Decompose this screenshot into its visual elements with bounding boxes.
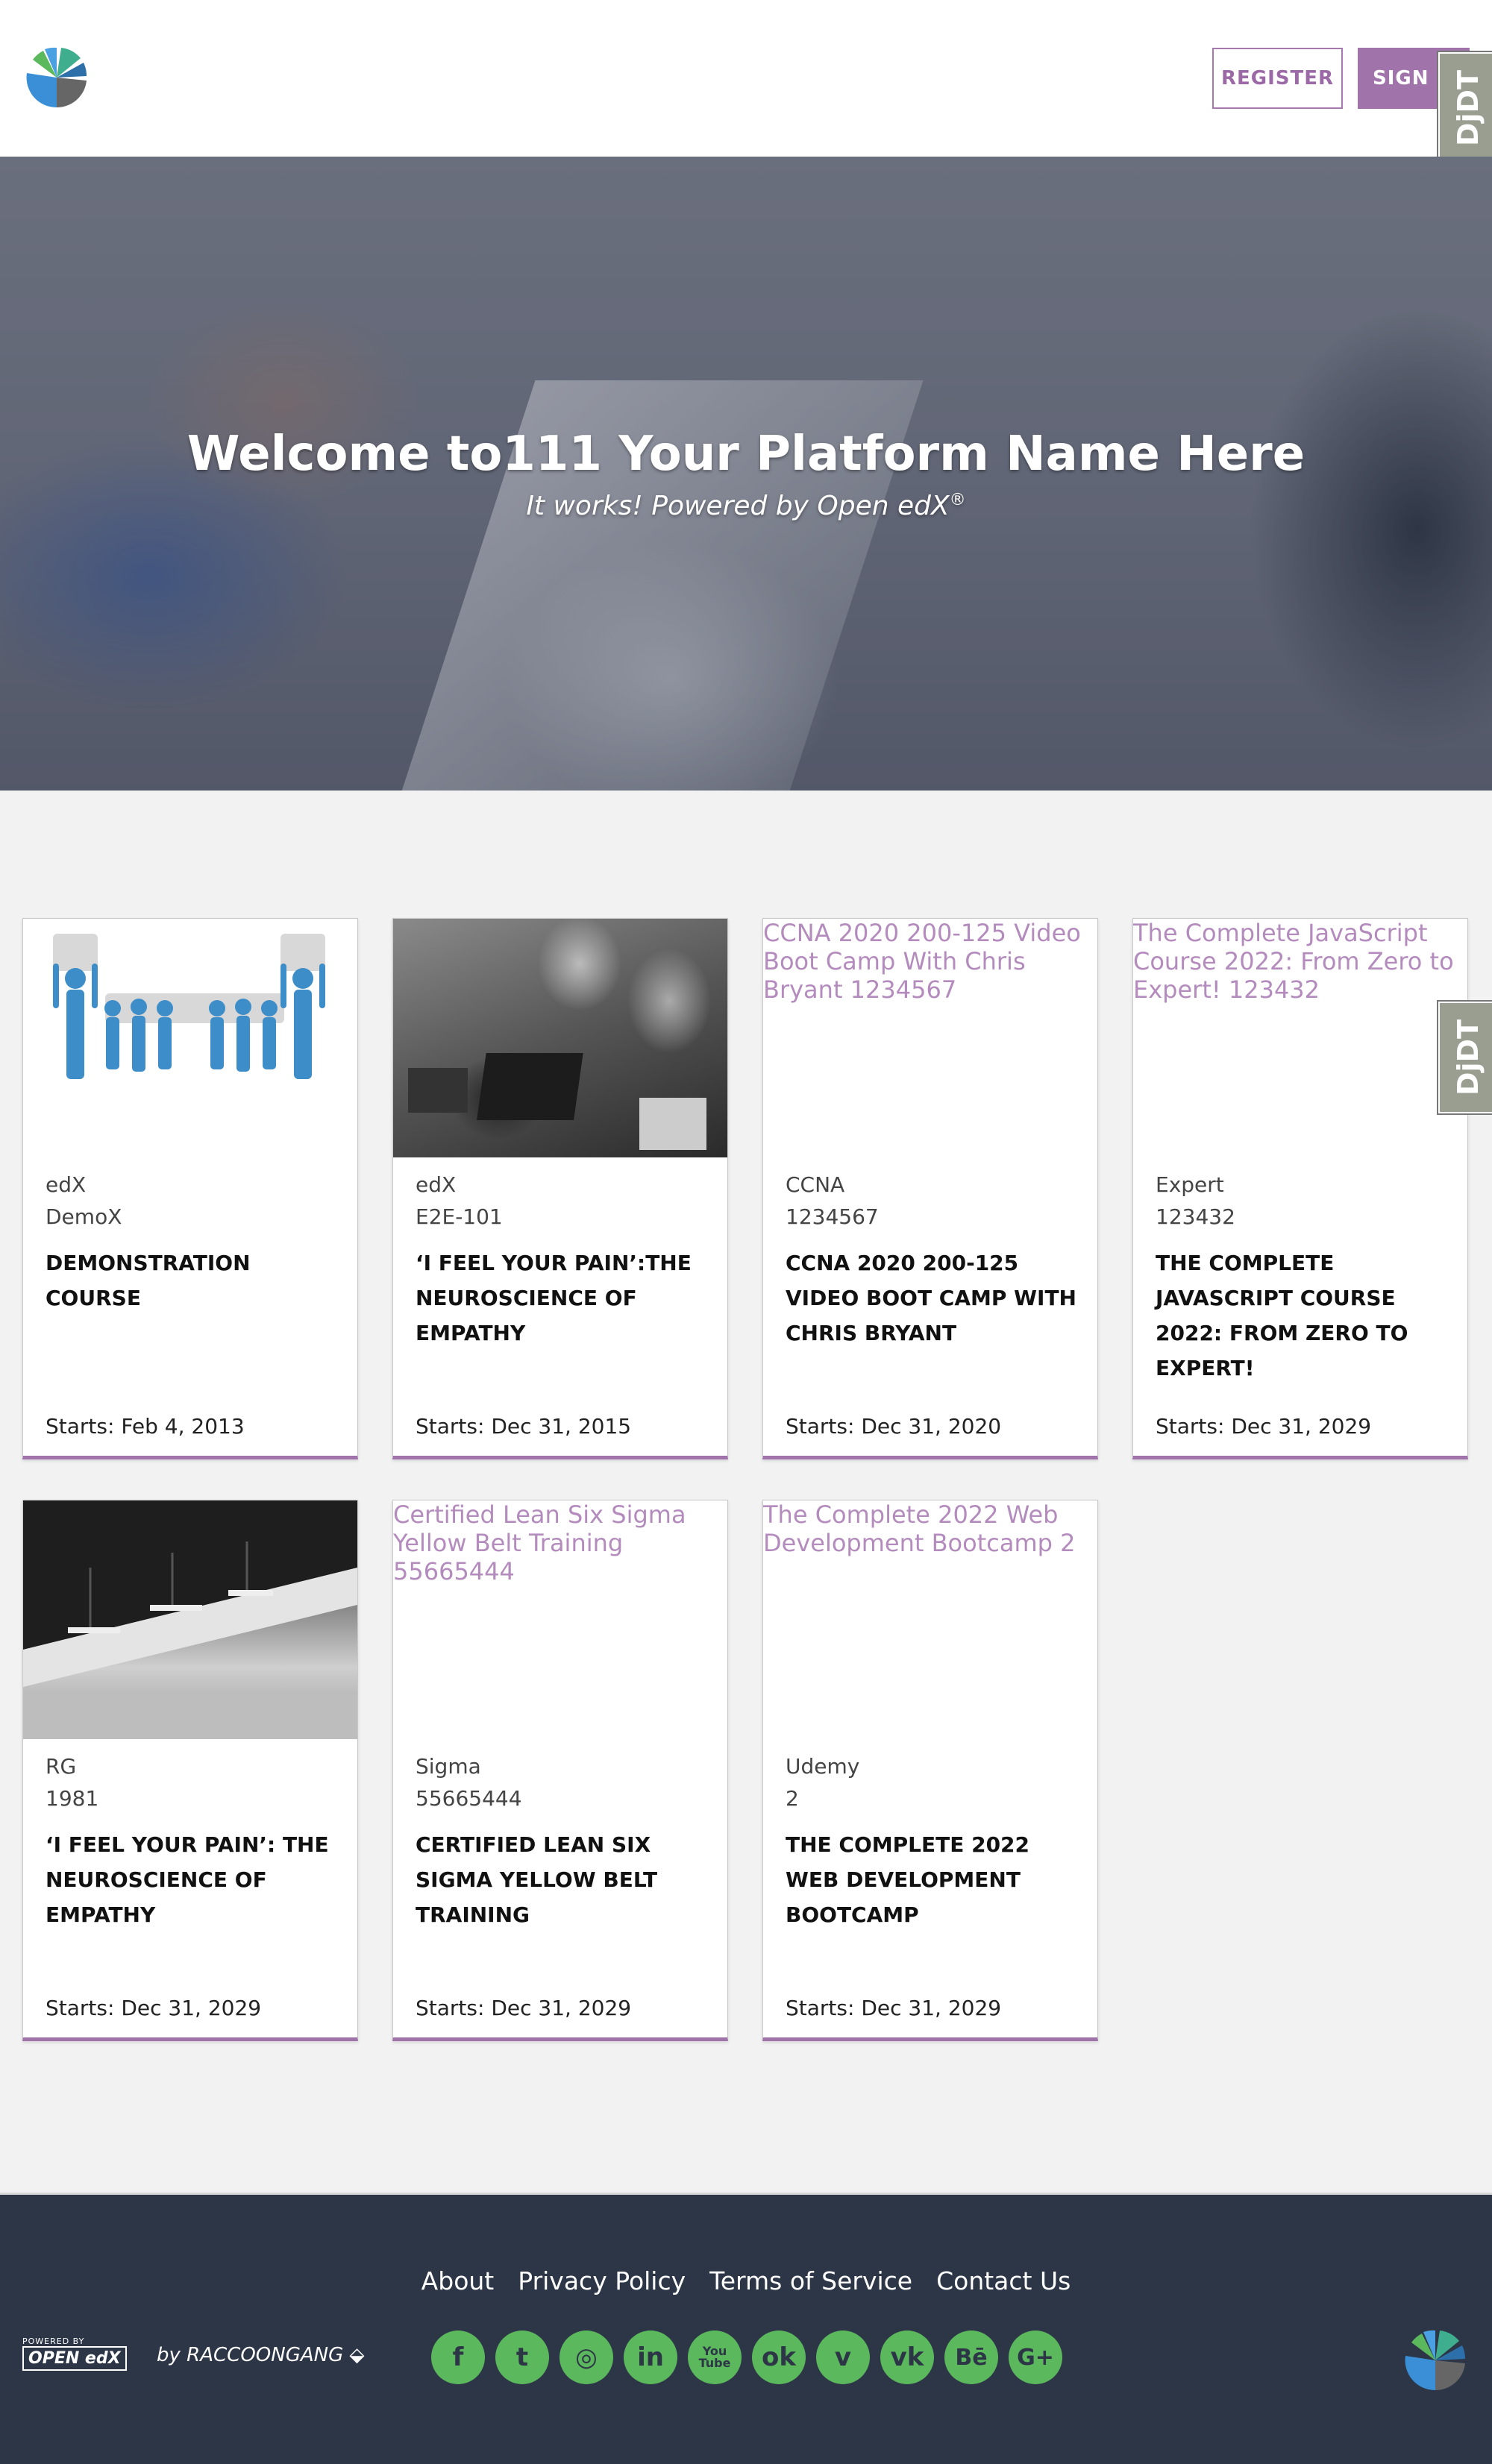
debug-toolbar-handle[interactable]: DjDT bbox=[1437, 1000, 1492, 1115]
course-card[interactable]: The Complete JavaScript Course 2022: Fro… bbox=[1132, 918, 1468, 1459]
course-org: Expert bbox=[1156, 1172, 1224, 1197]
course-title[interactable]: The Complete 2022 Web Development Bootca… bbox=[786, 1827, 1080, 1932]
course-org: edX bbox=[416, 1172, 457, 1197]
course-start-date: Starts: Dec 31, 2015 bbox=[416, 1414, 632, 1439]
course-image bbox=[23, 919, 357, 1157]
linkedin-icon[interactable]: in bbox=[624, 2331, 677, 2384]
course-title[interactable]: Certified Lean Six Sigma Yellow Belt Tra… bbox=[416, 1827, 710, 1932]
hero-title: Welcome to111 Your Platform Name Here bbox=[186, 427, 1306, 482]
course-number: 123432 bbox=[1156, 1204, 1235, 1229]
course-start-date: Starts: Feb 4, 2013 bbox=[46, 1414, 245, 1439]
course-org: Udemy bbox=[786, 1754, 860, 1779]
course-start-date: Starts: Dec 31, 2020 bbox=[786, 1414, 1002, 1439]
course-image: Certified Lean Six Sigma Yellow Belt Tra… bbox=[393, 1500, 727, 1739]
course-title[interactable]: CCNA 2020 200-125 Video Boot Camp With C… bbox=[786, 1245, 1080, 1351]
course-start-date: Starts: Dec 31, 2029 bbox=[416, 1996, 632, 2020]
course-card[interactable]: CCNA 2020 200-125 Video Boot Camp With C… bbox=[762, 918, 1098, 1459]
course-card[interactable]: RG 1981 ‘I Feel Your Pain’: The Neurosci… bbox=[22, 1500, 358, 2041]
course-title[interactable]: The Complete JavaScript Course 2022: Fro… bbox=[1156, 1245, 1450, 1386]
course-card[interactable]: edX E2E-101 ‘I Feel Your Pain’:The Neuro… bbox=[392, 918, 728, 1459]
course-start-date: Starts: Dec 31, 2029 bbox=[46, 1996, 262, 2020]
footer-link-terms-of-service[interactable]: Terms of Service bbox=[709, 2266, 912, 2295]
hero-subtitle: It works! Powered by Open edX® bbox=[526, 491, 966, 521]
powered-by-open-edx-logo[interactable]: POWERED BY OPEN edX bbox=[22, 2336, 127, 2371]
course-title[interactable]: ‘I Feel Your Pain’:The Neuroscience of E… bbox=[416, 1245, 710, 1351]
site-logo[interactable] bbox=[22, 43, 91, 112]
course-card[interactable]: The Complete 2022 Web Development Bootca… bbox=[762, 1500, 1098, 2041]
course-card[interactable]: edX DemoX Demonstration Course Starts: F… bbox=[22, 918, 358, 1459]
site-footer: About Privacy Policy Terms of Service Co… bbox=[0, 2193, 1492, 2464]
course-org: edX bbox=[46, 1172, 87, 1197]
site-header: REGISTER SIGN IN bbox=[0, 0, 1492, 157]
footer-link-contact-us[interactable]: Contact Us bbox=[936, 2266, 1071, 2295]
course-number: E2E-101 bbox=[416, 1204, 503, 1229]
course-image-alt-text: The Complete 2022 Web Development Bootca… bbox=[763, 1500, 1076, 1557]
course-number: 55665444 bbox=[416, 1786, 522, 1811]
course-title[interactable]: Demonstration Course bbox=[46, 1245, 340, 1316]
course-org: RG bbox=[46, 1754, 77, 1779]
odnoklassniki-icon[interactable]: ok bbox=[752, 2331, 806, 2384]
vk-icon[interactable]: vk bbox=[880, 2331, 934, 2384]
course-title[interactable]: ‘I Feel Your Pain’: The Neuroscience of … bbox=[46, 1827, 340, 1932]
course-image: The Complete 2022 Web Development Bootca… bbox=[763, 1500, 1097, 1739]
google-plus-icon[interactable]: G+ bbox=[1009, 2331, 1062, 2384]
course-image: CCNA 2020 200-125 Video Boot Camp With C… bbox=[763, 919, 1097, 1157]
raccoongang-credit[interactable]: by RACCOONGANG ⬙ bbox=[157, 2344, 365, 2366]
footer-link-about[interactable]: About bbox=[421, 2266, 495, 2295]
course-image: The Complete JavaScript Course 2022: Fro… bbox=[1133, 919, 1467, 1157]
behance-icon[interactable]: Bē bbox=[944, 2331, 998, 2384]
course-number: 2 bbox=[786, 1786, 799, 1811]
facebook-icon[interactable]: f bbox=[431, 2331, 485, 2384]
instagram-icon[interactable]: ◎ bbox=[560, 2331, 613, 2384]
youtube-icon[interactable]: You Tube bbox=[688, 2331, 742, 2384]
register-button[interactable]: REGISTER bbox=[1212, 48, 1343, 109]
course-org: CCNA bbox=[786, 1172, 845, 1197]
course-image-alt-text: The Complete JavaScript Course 2022: Fro… bbox=[1133, 919, 1454, 1004]
course-start-date: Starts: Dec 31, 2029 bbox=[786, 1996, 1002, 2020]
hero-banner: Welcome to111 Your Platform Name Here It… bbox=[0, 157, 1492, 791]
course-number: 1234567 bbox=[786, 1204, 879, 1229]
course-card[interactable]: Certified Lean Six Sigma Yellow Belt Tra… bbox=[392, 1500, 728, 2041]
course-number: 1981 bbox=[46, 1786, 99, 1811]
course-image bbox=[393, 919, 727, 1157]
course-number: DemoX bbox=[46, 1204, 122, 1229]
course-org: Sigma bbox=[416, 1754, 481, 1779]
course-image-alt-text: CCNA 2020 200-125 Video Boot Camp With C… bbox=[763, 919, 1081, 1004]
footer-logo bbox=[1405, 2330, 1466, 2391]
course-image-alt-text: Certified Lean Six Sigma Yellow Belt Tra… bbox=[393, 1500, 686, 1585]
course-start-date: Starts: Dec 31, 2029 bbox=[1156, 1414, 1372, 1439]
course-image bbox=[23, 1500, 357, 1739]
footer-link-privacy-policy[interactable]: Privacy Policy bbox=[518, 2266, 686, 2295]
debug-toolbar-handle[interactable]: DjDT bbox=[1437, 51, 1492, 166]
vimeo-icon[interactable]: v bbox=[816, 2331, 870, 2384]
footer-nav: About Privacy Policy Terms of Service Co… bbox=[0, 2266, 1492, 2295]
twitter-icon[interactable]: t bbox=[495, 2331, 549, 2384]
